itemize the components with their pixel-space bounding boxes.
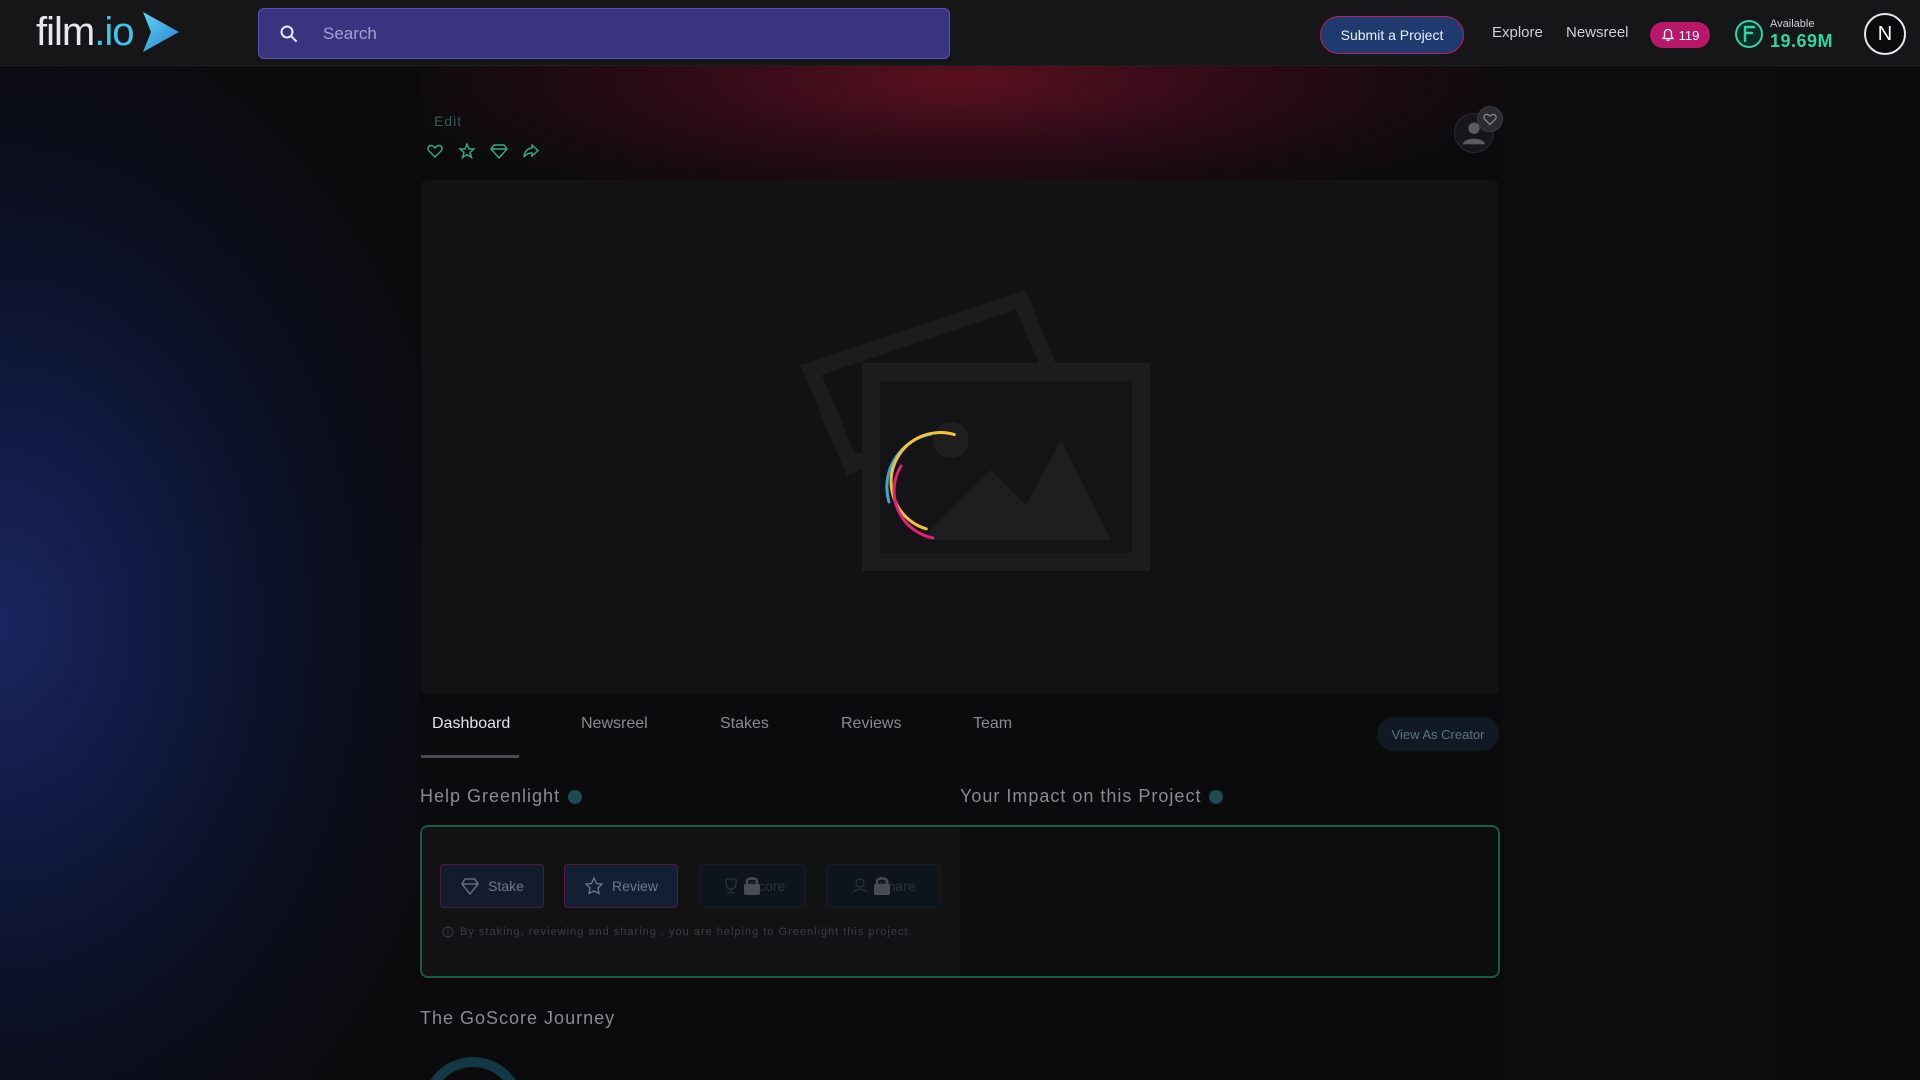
project-action-icons: [426, 142, 540, 160]
wallet-label: Available: [1770, 17, 1815, 30]
greenlight-help-note: By staking, reviewing and sharing , you …: [442, 926, 913, 938]
diamond-icon[interactable]: [490, 142, 508, 160]
search-icon[interactable]: [279, 24, 299, 44]
lock-icon: [744, 877, 760, 895]
star-icon[interactable]: [458, 142, 476, 160]
edit-project-link[interactable]: Edit: [434, 113, 462, 129]
lock-icon: [874, 877, 890, 895]
heart-icon[interactable]: [426, 142, 444, 160]
share-icon: [852, 878, 868, 894]
share-icon[interactable]: [522, 142, 540, 160]
top-navigation-bar: film.io Submit a Project Explore Newsree…: [0, 0, 1920, 66]
tab-newsreel[interactable]: Newsreel: [581, 715, 648, 733]
notifications-button[interactable]: 119: [1650, 22, 1710, 48]
search-bar[interactable]: [258, 8, 950, 59]
notifications-count: 119: [1678, 27, 1700, 43]
filmio-logo[interactable]: film.io: [36, 8, 181, 56]
trophy-icon: [725, 878, 737, 894]
heart-icon: [1483, 113, 1497, 126]
play-icon: [143, 12, 180, 52]
wallet-value: 19.69M: [1770, 30, 1834, 51]
nav-explore-link[interactable]: Explore: [1492, 24, 1543, 41]
background-glow-left: [0, 66, 420, 1080]
help-greenlight-actions: Stake Review Score Share By staking, rev…: [422, 827, 960, 976]
tab-team[interactable]: Team: [973, 715, 1012, 733]
goscore-gauge: [430, 1057, 516, 1080]
help-greenlight-title: Help Greenlight: [420, 786, 583, 807]
fan-token-icon: [1735, 20, 1763, 48]
nav-newsreel-link[interactable]: Newsreel: [1566, 24, 1629, 41]
logo-wordmark: film.io: [36, 9, 134, 54]
tab-dashboard[interactable]: Dashboard: [432, 715, 510, 733]
info-icon: [442, 926, 454, 938]
loading-spinner: [885, 431, 956, 540]
submit-project-button[interactable]: Submit a Project: [1320, 16, 1464, 54]
background-panel-right: [1500, 66, 1778, 1080]
diamond-icon: [461, 878, 479, 896]
goscore-journey-title: The GoScore Journey: [420, 1008, 616, 1028]
bell-icon: [1661, 28, 1674, 42]
your-impact-title: Your Impact on this Project: [960, 786, 1224, 807]
info-icon[interactable]: [568, 789, 583, 804]
wallet-balance[interactable]: Available 19.69M: [1734, 17, 1833, 51]
tab-reviews[interactable]: Reviews: [841, 715, 901, 733]
user-avatar[interactable]: N: [1864, 13, 1906, 55]
view-as-creator-button[interactable]: View As Creator: [1377, 717, 1499, 751]
star-icon: [584, 876, 604, 895]
info-icon[interactable]: [1209, 789, 1224, 804]
tab-stakes[interactable]: Stakes: [720, 715, 769, 733]
active-tab-indicator: [421, 755, 519, 758]
favorite-badge[interactable]: [1477, 106, 1503, 132]
search-input[interactable]: [323, 9, 923, 58]
project-poster: [421, 180, 1499, 694]
greenlight-panel: Stake Review Score Share By staking, rev…: [420, 825, 1500, 978]
stake-button[interactable]: Stake: [440, 864, 544, 908]
review-button[interactable]: Review: [564, 864, 678, 908]
